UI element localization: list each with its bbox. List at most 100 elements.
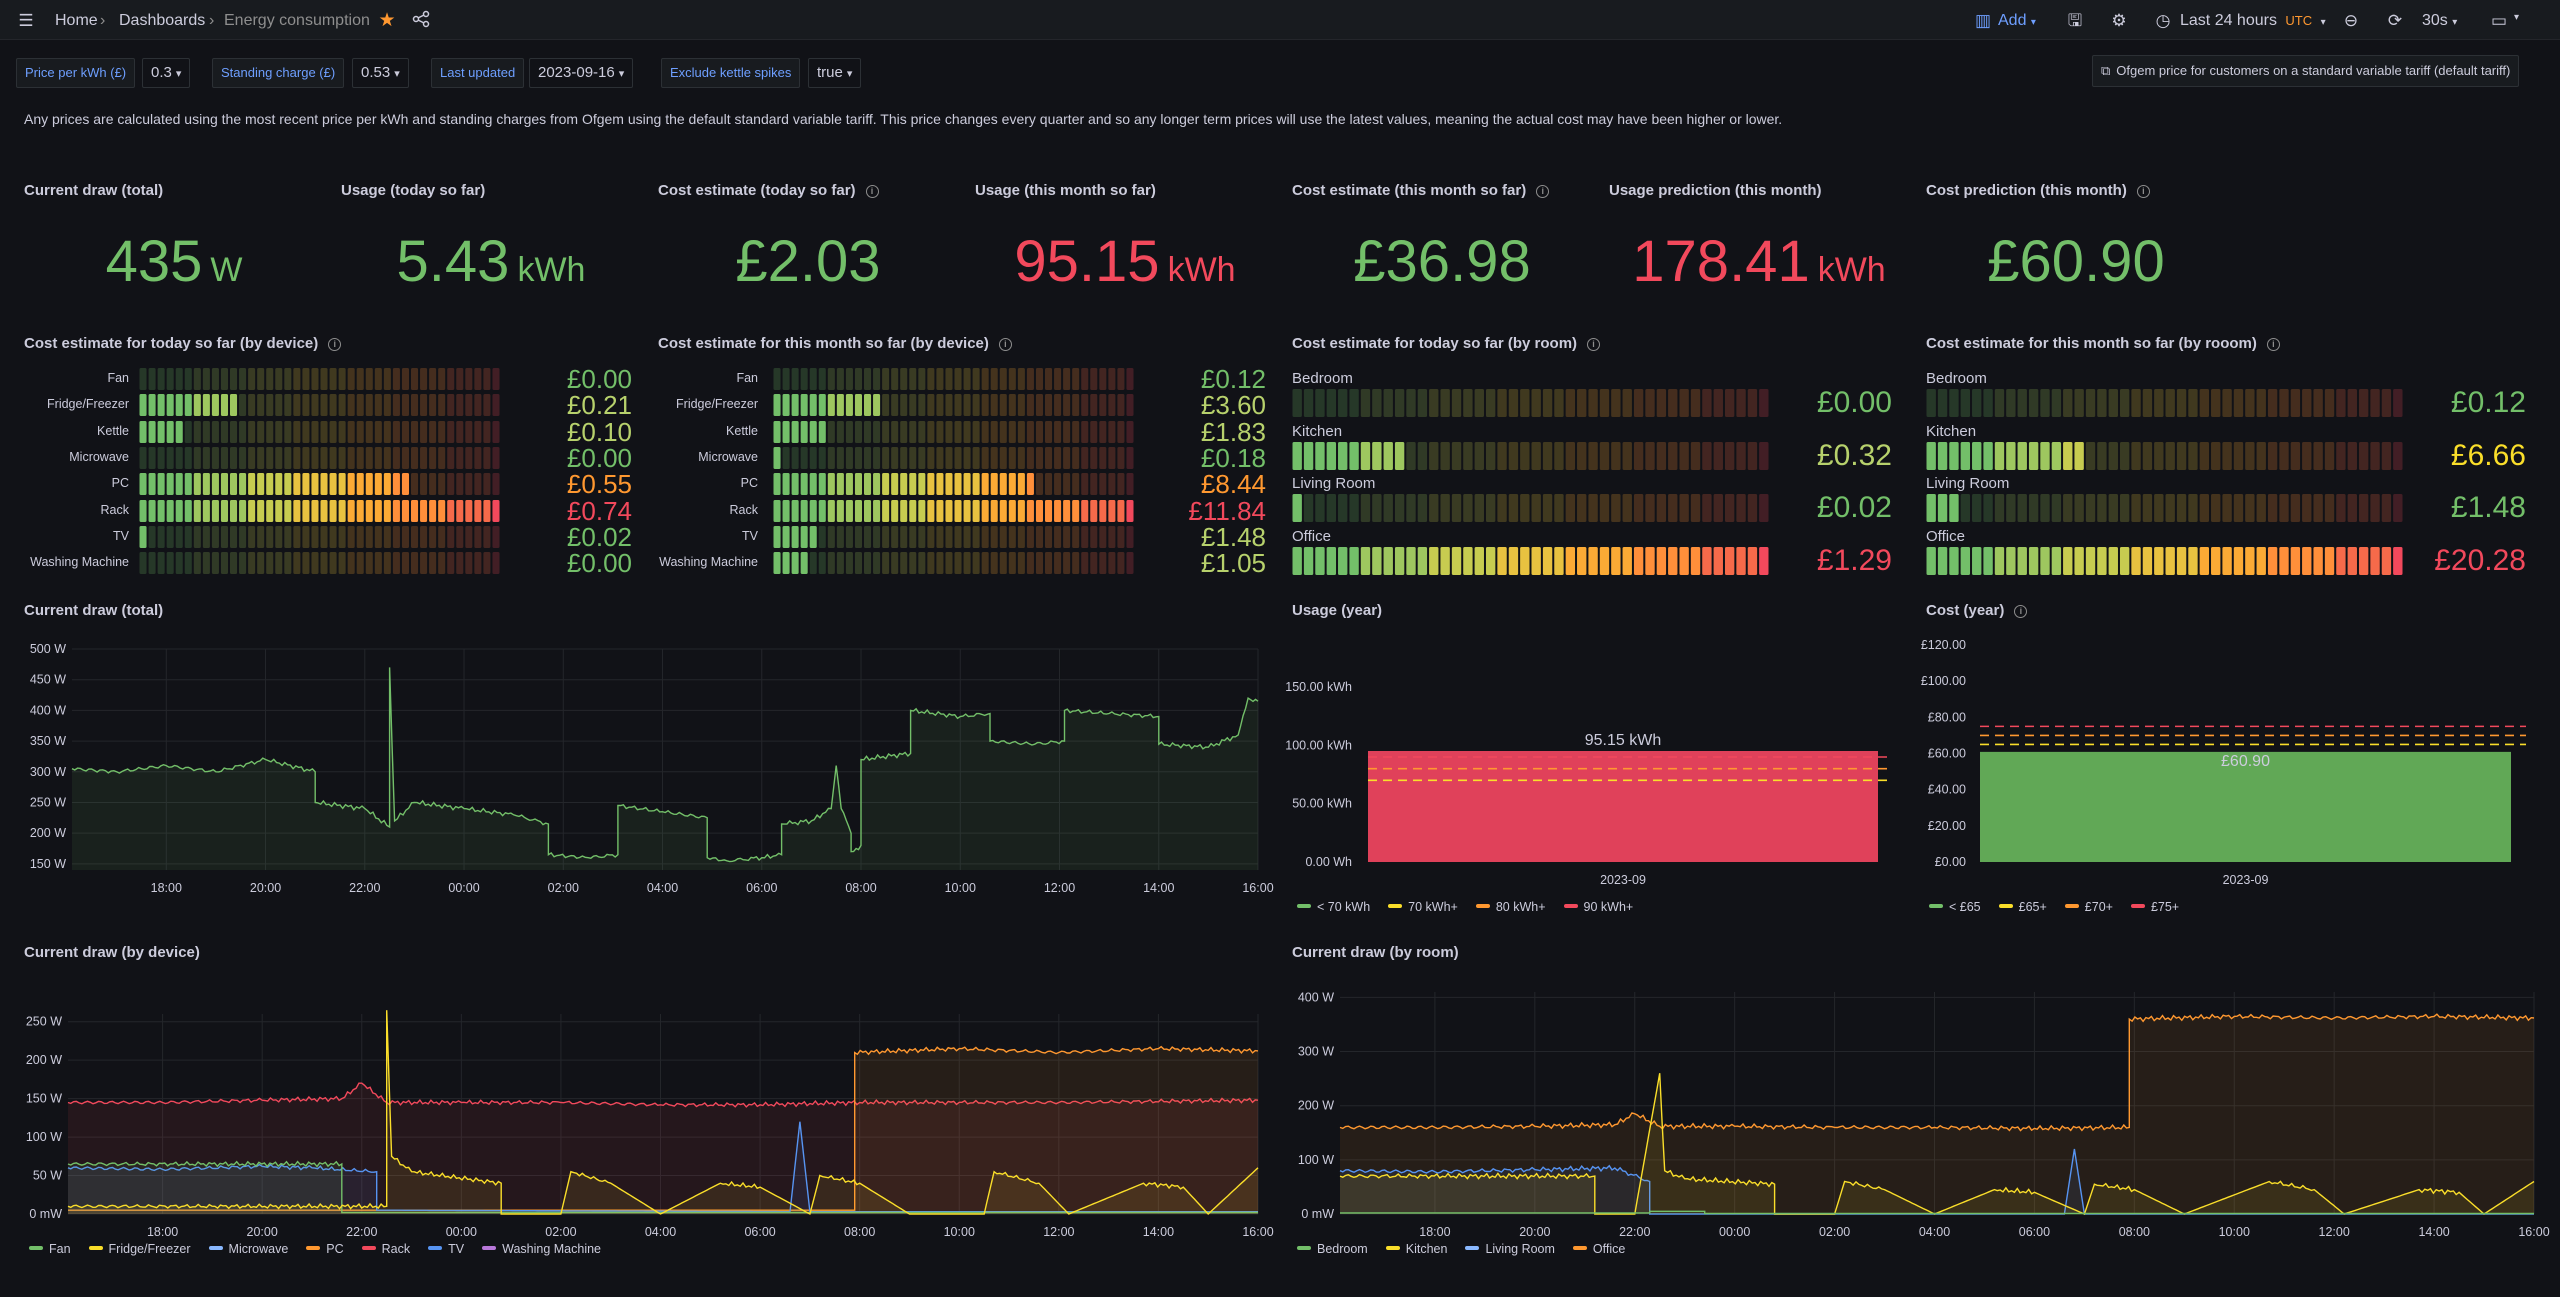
- gauge-cell: [990, 420, 998, 443]
- gauge-cell: [483, 420, 491, 443]
- ofgem-link[interactable]: ⧉ Ofgem price for customers on a standard…: [2092, 55, 2520, 87]
- gauge-cell: [2028, 389, 2039, 417]
- gauge-bar: [773, 525, 1134, 548]
- gauge-cell: [990, 368, 998, 390]
- share-icon[interactable]: [410, 10, 432, 32]
- info-icon[interactable]: i: [1536, 185, 1550, 198]
- gauge-cell: [447, 394, 455, 417]
- legend-item[interactable]: Fridge/Freezer: [88, 1242, 191, 1256]
- info-icon[interactable]: i: [2014, 605, 2028, 618]
- gauge-cell: [157, 552, 165, 575]
- gauge-cell: [175, 368, 183, 390]
- line-chart-by-device[interactable]: 0 mW 50 W 100 W 150 W 200 W 250 W 18:00 20:00 22…: [0, 970, 1280, 1260]
- gauge-cell: [248, 394, 256, 417]
- gauge-label: Rack: [100, 502, 129, 517]
- gauge-cell: [1054, 368, 1062, 390]
- legend-item[interactable]: < 70 kWh: [1297, 900, 1370, 914]
- legend-item[interactable]: 90 kWh+: [1563, 900, 1633, 914]
- legend-item[interactable]: £75+: [2130, 900, 2179, 914]
- info-icon[interactable]: i: [328, 338, 342, 351]
- gauge-cell: [936, 525, 944, 548]
- gauge-cell: [999, 394, 1007, 417]
- tv-mode-icon[interactable]: ▭: [2488, 10, 2510, 32]
- legend-item[interactable]: Office: [1572, 1242, 1625, 1256]
- gauge-cell: [909, 368, 917, 390]
- gauge-cell: [1072, 499, 1080, 522]
- legend-item[interactable]: Microwave: [208, 1242, 288, 1256]
- chart-legend: Bedroom Kitchen Living Room Office: [1297, 1242, 1643, 1256]
- gauge-cell: [827, 420, 835, 443]
- variable-select-exclude-kettle[interactable]: true ▾: [808, 58, 862, 88]
- gauge-cell: [230, 525, 238, 548]
- variable-select-last-updated[interactable]: 2023-09-16 ▾: [529, 58, 634, 88]
- breadcrumb-home[interactable]: Home: [55, 12, 98, 30]
- gauge-cell: [2154, 494, 2164, 522]
- gauge-cell: [782, 394, 790, 417]
- info-icon[interactable]: i: [2266, 338, 2280, 351]
- legend-item[interactable]: 70 kWh+: [1388, 900, 1458, 914]
- gauge-cell: [2256, 494, 2266, 522]
- legend-item[interactable]: Washing Machine: [482, 1242, 601, 1256]
- gauge-cell: [1072, 552, 1080, 575]
- line-chart-by-room[interactable]: 0 mW 100 W 200 W 300 W 400 W 18:00 20:00 22:00 0…: [1280, 970, 2560, 1260]
- legend-item[interactable]: < £65: [1929, 900, 1981, 914]
- variable-select-price[interactable]: 0.3 ▾: [142, 58, 191, 88]
- add-button[interactable]: Add ▾: [1998, 12, 2036, 30]
- gauge-cell: [1508, 441, 1519, 470]
- legend-item[interactable]: Bedroom: [1297, 1242, 1368, 1256]
- legend-item[interactable]: PC: [306, 1242, 344, 1256]
- stat-title: Usage (this month so far): [975, 182, 1156, 199]
- refresh-icon[interactable]: ⟳: [2384, 10, 2406, 32]
- bar-chart-cost-year[interactable]: £0.00 £20.00 £40.00 £60.00 £80.00 £100.00 £120…: [1914, 630, 2560, 930]
- gauge-cell: [392, 446, 400, 469]
- menu-icon[interactable]: ☰: [15, 10, 37, 32]
- time-range-picker[interactable]: Last 24 hours UTC ▾: [2180, 12, 2326, 30]
- legend-item[interactable]: £65+: [1998, 900, 2047, 914]
- gauge-cell: [936, 420, 944, 443]
- gauge-cell: [1531, 441, 1541, 470]
- gauge-label: Fan: [107, 371, 129, 385]
- gauge-cell: [1497, 494, 1507, 522]
- gauge-cell: [972, 552, 980, 575]
- breadcrumb-dashboards[interactable]: Dashboards: [119, 12, 205, 30]
- gauge-cell: [1303, 389, 1314, 417]
- zoom-out-icon[interactable]: ⊖: [2340, 10, 2362, 32]
- save-icon[interactable]: 🖫: [2064, 10, 2086, 32]
- gauge-cell: [447, 446, 455, 469]
- gear-icon[interactable]: ⚙: [2108, 10, 2130, 32]
- gauge-cell: [438, 368, 446, 390]
- gauge-cell: [230, 552, 238, 575]
- legend-item[interactable]: Rack: [361, 1242, 410, 1256]
- line-chart-total[interactable]: 150 W 200 W 250 W 300 W 350 W 400 W 450 W 500 W…: [0, 630, 1280, 930]
- gauge-cell: [1063, 473, 1071, 496]
- legend-item[interactable]: Kitchen: [1385, 1242, 1447, 1256]
- legend-swatch: [1572, 1246, 1587, 1250]
- gauge-cell: [220, 499, 228, 522]
- bar-chart-usage-year[interactable]: 0.00 Wh 50.00 kWh 100.00 kWh 150.00 kWh 95.1…: [1280, 630, 1914, 930]
- gauge-cell: [836, 368, 844, 390]
- gauge-cell: [845, 394, 853, 417]
- legend-item[interactable]: TV: [428, 1242, 464, 1256]
- gauge-cell: [864, 446, 872, 469]
- gauge-cell: [284, 368, 292, 390]
- info-icon[interactable]: i: [998, 338, 1012, 351]
- star-icon[interactable]: ★: [376, 10, 398, 32]
- info-icon[interactable]: i: [2136, 185, 2150, 198]
- gauge-cell: [2154, 441, 2164, 470]
- legend-item[interactable]: Fan: [29, 1242, 71, 1256]
- info-icon[interactable]: i: [865, 185, 879, 198]
- gauge-cell: [239, 499, 247, 522]
- gauge-cell: [311, 420, 319, 443]
- chevron-down-icon[interactable]: ▾: [2514, 12, 2519, 23]
- gauge-cell: [1063, 552, 1071, 575]
- info-icon[interactable]: i: [1587, 338, 1601, 351]
- refresh-interval-picker[interactable]: 30s ▾: [2422, 12, 2457, 30]
- gauge-cell: [782, 446, 790, 469]
- legend-item[interactable]: Living Room: [1465, 1242, 1555, 1256]
- legend-item[interactable]: £70+: [2064, 900, 2113, 914]
- gauge-cell: [1008, 499, 1016, 522]
- gauge-cell: [854, 420, 862, 443]
- legend-item[interactable]: 80 kWh+: [1475, 900, 1546, 914]
- variable-select-standing-charge[interactable]: 0.53 ▾: [352, 58, 409, 88]
- gauge-cell: [2017, 441, 2027, 470]
